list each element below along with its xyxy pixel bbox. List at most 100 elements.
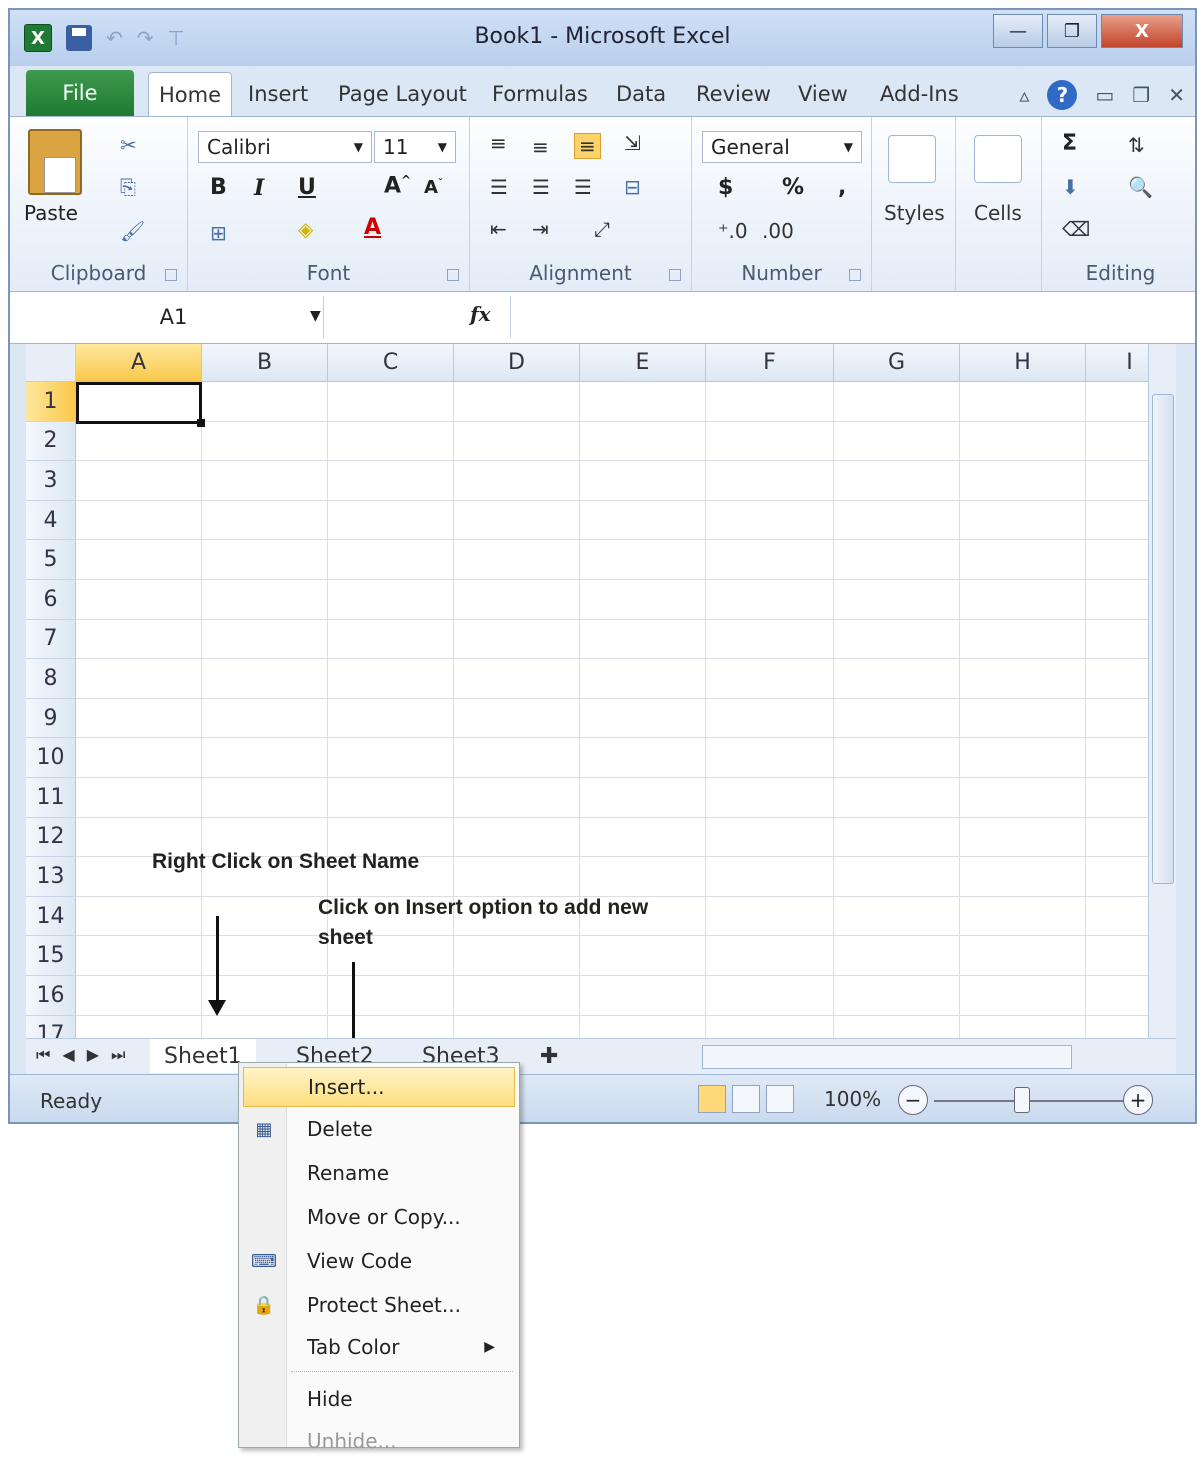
zoom-in-icon[interactable]: + — [1123, 1085, 1153, 1115]
align-middle-icon[interactable]: ≡ — [532, 135, 549, 159]
row-header-13[interactable]: 13 — [26, 857, 76, 897]
row-header-5[interactable]: 5 — [26, 540, 76, 580]
selected-cell-a1[interactable] — [76, 382, 205, 427]
column-header-c[interactable]: C — [328, 344, 454, 382]
sort-filter-icon[interactable]: ⇅ — [1128, 133, 1145, 157]
underline-icon[interactable]: U — [298, 175, 316, 200]
zoom-out-icon[interactable]: − — [898, 1085, 928, 1115]
format-painter-icon[interactable]: 🖌 — [120, 219, 145, 243]
tab-insert[interactable]: Insert — [248, 82, 308, 106]
align-right-icon[interactable]: ☰ — [574, 175, 592, 199]
tab-view[interactable]: View — [798, 82, 848, 106]
increase-decimal-icon[interactable]: ⁺.0 — [718, 219, 748, 243]
minimize-button[interactable]: — — [993, 14, 1043, 48]
worksheet-grid[interactable]: A B C D E F G H I 1 2 3 4 5 6 7 8 9 10 11 12 13 14 15 16 17 — [26, 344, 1176, 1040]
row-header-3[interactable]: 3 — [26, 461, 76, 501]
sheet-nav-icons[interactable]: ⏮◀▶⏭ — [36, 1045, 137, 1065]
row-header-17[interactable]: 17 — [26, 1015, 76, 1040]
menu-item-insert[interactable]: Insert... — [243, 1067, 515, 1107]
menu-item-delete[interactable]: ▦ Delete — [243, 1109, 515, 1149]
row-header-14[interactable]: 14 — [26, 896, 76, 937]
vertical-scrollbar[interactable] — [1148, 344, 1176, 1040]
normal-view-icon[interactable] — [698, 1085, 726, 1113]
column-header-e[interactable]: E — [580, 344, 706, 382]
number-launcher-icon[interactable] — [849, 269, 861, 281]
alignment-launcher-icon[interactable] — [669, 269, 681, 281]
styles-icon[interactable] — [888, 135, 936, 183]
orientation-icon[interactable]: ⤢ — [594, 217, 610, 241]
bold-icon[interactable]: B — [210, 175, 227, 200]
font-color-icon[interactable]: A — [364, 215, 381, 240]
italic-icon[interactable]: I — [254, 175, 264, 201]
menu-item-view-code[interactable]: ⌨ View Code — [243, 1241, 515, 1281]
wrap-text-icon[interactable]: ⇲ — [624, 131, 641, 155]
insert-sheet-icon[interactable]: ✚ — [526, 1039, 572, 1073]
currency-icon[interactable]: $ — [718, 175, 733, 200]
name-box[interactable]: A1 — [24, 296, 324, 338]
doc-close-icon[interactable]: ✕ — [1168, 83, 1185, 107]
row-header-4[interactable]: 4 — [26, 500, 76, 541]
clear-icon[interactable]: ⌫ — [1062, 217, 1090, 241]
column-header-h[interactable]: H — [960, 344, 1086, 382]
font-launcher-icon[interactable] — [447, 269, 459, 281]
zoom-slider-track[interactable] — [934, 1100, 1134, 1102]
row-header-8[interactable]: 8 — [26, 659, 76, 699]
formula-input[interactable] — [510, 296, 1165, 338]
autosum-icon[interactable]: Σ — [1062, 131, 1077, 156]
decrease-decimal-icon[interactable]: .00 — [762, 219, 794, 243]
tab-home[interactable]: Home — [148, 72, 233, 119]
tab-page-layout[interactable]: Page Layout — [338, 82, 467, 106]
number-format-select[interactable]: General ▼ — [702, 131, 862, 163]
cut-icon[interactable]: ✂ — [120, 133, 137, 157]
restore-button[interactable]: ❐ — [1047, 14, 1097, 48]
page-break-view-icon[interactable] — [766, 1085, 794, 1113]
minimize-ribbon-icon[interactable]: ▵ — [1019, 83, 1029, 107]
column-header-a[interactable]: A — [76, 344, 202, 382]
font-name-select[interactable]: Calibri ▼ — [198, 131, 372, 163]
find-select-icon[interactable]: 🔍 — [1128, 175, 1153, 199]
align-bottom-icon[interactable]: ≡ — [574, 133, 601, 159]
styles-label[interactable]: Styles — [884, 201, 945, 225]
menu-item-tab-color[interactable]: Tab Color ▶ — [243, 1327, 515, 1367]
column-header-b[interactable]: B — [202, 344, 328, 382]
row-header-6[interactable]: 6 — [26, 580, 76, 620]
row-header-12[interactable]: 12 — [26, 817, 76, 858]
doc-minimize-icon[interactable]: ▭ — [1095, 83, 1114, 107]
menu-item-move-or-copy[interactable]: Move or Copy... — [243, 1197, 515, 1237]
help-icon[interactable]: ? — [1047, 80, 1078, 110]
row-header-2[interactable]: 2 — [26, 421, 76, 462]
menu-item-protect-sheet[interactable]: 🔒 Protect Sheet... — [243, 1285, 515, 1325]
grow-font-icon[interactable]: A^ — [384, 173, 411, 198]
vertical-scroll-thumb[interactable] — [1152, 394, 1174, 884]
insert-function-icon[interactable]: fx — [470, 302, 491, 326]
clipboard-launcher-icon[interactable] — [165, 269, 177, 281]
column-header-f[interactable]: F — [706, 344, 834, 382]
cells-icon[interactable] — [974, 135, 1022, 183]
fill-icon[interactable]: ⬇ — [1062, 175, 1079, 199]
percent-icon[interactable]: % — [782, 175, 804, 200]
zoom-level[interactable]: 100% — [824, 1087, 881, 1111]
tab-review[interactable]: Review — [696, 82, 771, 106]
shrink-font-icon[interactable]: Aˇ — [424, 177, 443, 198]
close-button[interactable]: X — [1101, 14, 1183, 48]
row-header-15[interactable]: 15 — [26, 936, 76, 976]
doc-restore-icon[interactable]: ❐ — [1132, 83, 1150, 107]
comma-style-icon[interactable]: , — [838, 175, 846, 200]
row-header-11[interactable]: 11 — [26, 778, 76, 818]
tab-formulas[interactable]: Formulas — [492, 82, 588, 106]
horizontal-scrollbar[interactable] — [702, 1045, 1072, 1069]
align-center-icon[interactable]: ☰ — [532, 175, 550, 199]
cells-label[interactable]: Cells — [974, 201, 1022, 225]
column-header-d[interactable]: D — [454, 344, 580, 382]
row-header-16[interactable]: 16 — [26, 976, 76, 1016]
fill-color-icon[interactable]: ◈ — [298, 217, 313, 241]
menu-item-hide[interactable]: Hide — [243, 1379, 515, 1419]
borders-icon[interactable]: ⊞ — [210, 221, 227, 245]
tab-file[interactable]: File — [26, 70, 134, 116]
tab-data[interactable]: Data — [616, 82, 666, 106]
row-header-1[interactable]: 1 — [26, 382, 76, 422]
decrease-indent-icon[interactable]: ⇤ — [490, 217, 507, 241]
align-top-icon[interactable]: ≡ — [490, 131, 507, 155]
align-left-icon[interactable]: ☰ — [490, 175, 508, 199]
column-header-g[interactable]: G — [834, 344, 960, 382]
